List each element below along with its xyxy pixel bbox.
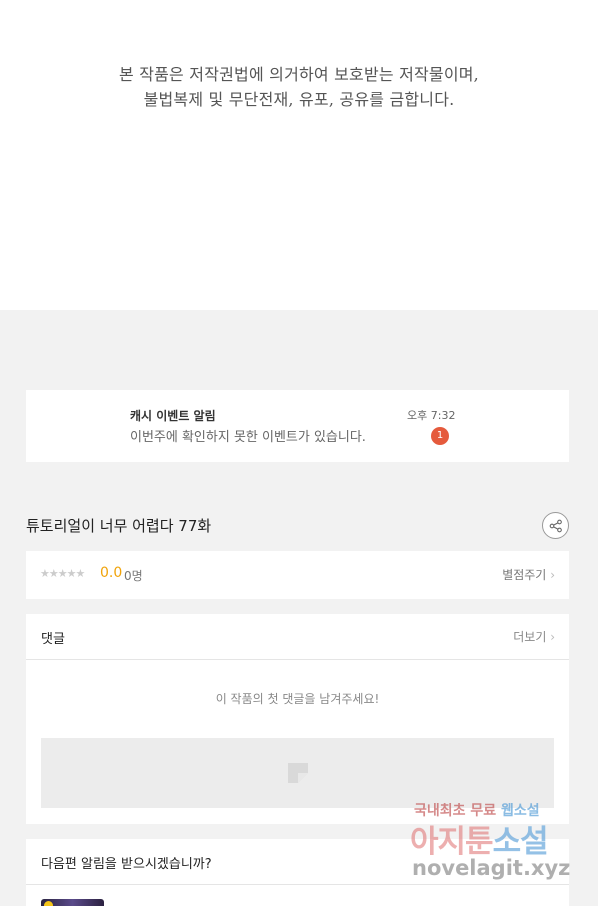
watermark-logo-a: 아지툰	[410, 824, 494, 860]
share-button[interactable]	[542, 512, 569, 539]
rating-count: 0명	[124, 569, 143, 583]
comments-card: 댓글 더보기 › 이 작품의 첫 댓글을 남겨주세요!	[26, 614, 569, 824]
rate-button[interactable]: 별점주기 ›	[502, 566, 555, 583]
chevron-right-icon: ›	[550, 568, 555, 582]
push-time: 오후 7:32	[407, 409, 456, 422]
more-label: 더보기	[513, 630, 547, 644]
notice-line-1: 본 작품은 저작권법에 의거하여 보호받는 저작물이며,	[119, 65, 479, 84]
rate-label: 별점주기	[502, 568, 547, 582]
push-message: 이번주에 확인하지 못한 이벤트가 있습니다.	[130, 430, 366, 445]
rating-card: ★★★★★ 0.0 0명 별점주기 ›	[26, 551, 569, 599]
image-placeholder-icon	[287, 763, 308, 783]
episode-title: 튜토리얼이 너무 어렵다 77화	[26, 517, 212, 535]
star-rating-icon: ★★★★★	[40, 567, 85, 580]
push-notification-card[interactable]: 캐시 이벤트 알림 이번주에 확인하지 못한 이벤트가 있습니다. 오후 7:3…	[26, 390, 569, 462]
watermark-logo-b: 소설	[492, 824, 549, 860]
chevron-right-icon: ›	[550, 630, 555, 644]
episode-thumbnail[interactable]	[41, 899, 104, 906]
copyright-notice: 본 작품은 저작권법에 의거하여 보호받는 저작물이며, 불법복제 및 무단전재…	[0, 62, 598, 112]
watermark-url: novelagit.xyz	[412, 856, 571, 880]
unread-badge: 1	[431, 427, 449, 445]
comments-more-button[interactable]: 더보기 ›	[513, 628, 555, 645]
thumbnail-badge-icon	[44, 901, 53, 906]
rating-score: 0.0	[100, 565, 123, 581]
notice-line-2: 불법복제 및 무단전재, 유포, 공유를 금합니다.	[143, 90, 455, 109]
watermark-logo: 아지툰소설	[410, 816, 549, 861]
share-icon	[549, 519, 562, 532]
push-title: 캐시 이벤트 알림	[130, 409, 216, 423]
comments-empty-message: 이 작품의 첫 댓글을 남겨주세요!	[215, 692, 380, 706]
comments-title: 댓글	[41, 632, 65, 647]
comment-input-placeholder[interactable]	[41, 738, 554, 808]
site-watermark: 국내최초 무료 웹소설 아지툰소설 novelagit.xyz	[410, 800, 580, 890]
comments-header: 댓글 더보기 ›	[26, 614, 569, 660]
next-alert-title: 다음편 알림을 받으시겠습니까?	[41, 857, 212, 872]
copyright-notice-area: 본 작품은 저작권법에 의거하여 보호받는 저작물이며, 불법복제 및 무단전재…	[0, 0, 598, 310]
